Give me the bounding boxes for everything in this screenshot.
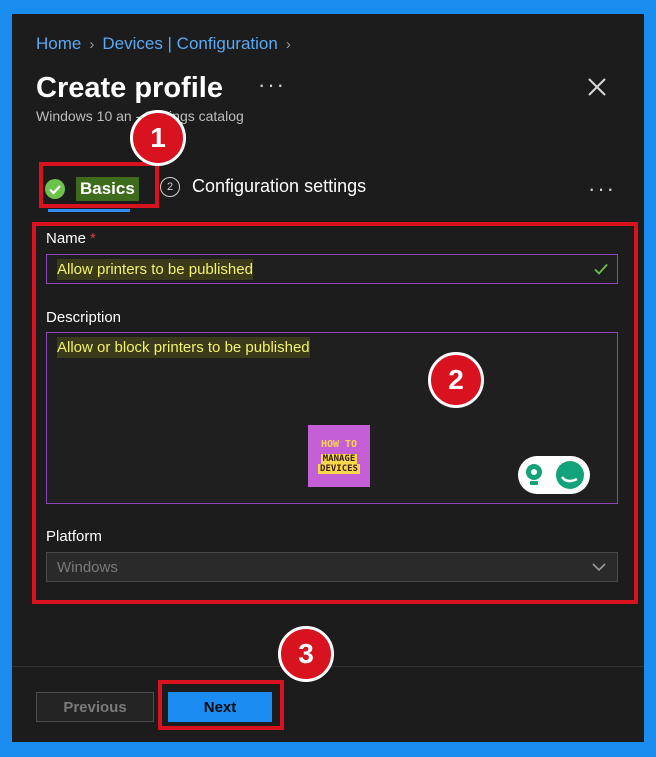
annotation-highlight-form (32, 222, 638, 604)
annotation-badge-3: 3 (278, 626, 334, 682)
close-icon[interactable] (584, 74, 610, 100)
annotation-highlight-basics (39, 162, 159, 208)
breadcrumb-separator-icon: › (285, 35, 291, 53)
annotation-highlight-next (158, 680, 284, 730)
annotation-badge-1: 1 (130, 110, 186, 166)
annotation-badge-2: 2 (428, 352, 484, 408)
create-profile-panel: Home › Devices | Configuration › Create … (12, 14, 644, 742)
previous-button[interactable]: Previous (36, 692, 154, 722)
tab-configuration-label: Configuration settings (192, 176, 367, 196)
more-tabs-icon[interactable]: ··· (588, 176, 616, 202)
breadcrumb-home[interactable]: Home (36, 34, 81, 54)
breadcrumb-separator-icon: › (89, 35, 95, 53)
tab-configuration-settings[interactable]: 2 Configuration settings (160, 176, 366, 197)
step-number-icon: 2 (160, 176, 180, 197)
more-options-icon[interactable]: ··· (258, 72, 286, 98)
breadcrumb-devices[interactable]: Devices | Configuration (102, 34, 277, 54)
active-tab-indicator (48, 209, 130, 212)
page-title: Create profile (36, 72, 223, 104)
breadcrumb: Home › Devices | Configuration › (36, 34, 291, 54)
